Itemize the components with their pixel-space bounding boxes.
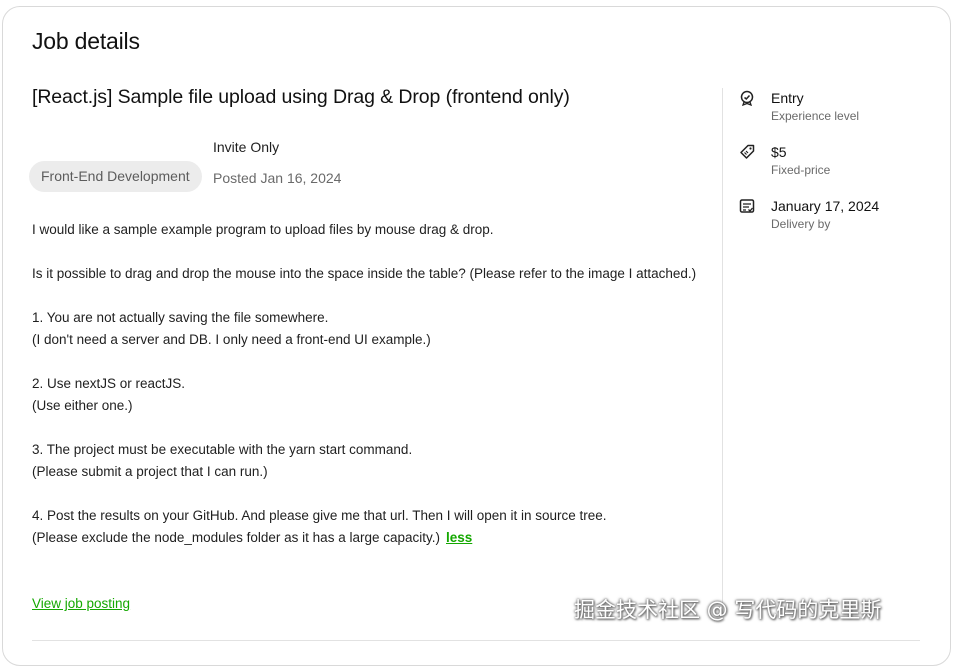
show-less-link[interactable]: less bbox=[446, 530, 472, 545]
delivery-date-value: January 17, 2024 bbox=[771, 198, 880, 214]
watermark-text: 掘金技术社区 @ 写代码的克里斯 bbox=[574, 598, 882, 622]
job-sidebar: Entry Experience level $5 Fixed-price Ja… bbox=[739, 90, 939, 252]
experience-level-value: Entry bbox=[771, 90, 804, 106]
job-main-section: [React.js] Sample file upload using Drag… bbox=[29, 86, 712, 545]
price-type-label: Fixed-price bbox=[771, 163, 831, 177]
category-badge[interactable]: Front-End Development bbox=[29, 161, 202, 192]
description-paragraph: Is it possible to drag and drop the mous… bbox=[32, 266, 697, 281]
sidebar-item-delivery: January 17, 2024 Delivery by bbox=[739, 198, 939, 252]
description-paragraph: 2. Use nextJS or reactJS. (Use either one… bbox=[32, 376, 186, 413]
page-title: Job details bbox=[32, 28, 140, 54]
posted-date: Posted Jan 16, 2024 bbox=[213, 170, 342, 186]
description-paragraph: 1. You are not actually saving the file … bbox=[32, 310, 431, 347]
sidebar-item-experience: Entry Experience level bbox=[739, 90, 939, 144]
job-description: I would like a sample example program to… bbox=[32, 219, 712, 571]
description-paragraph: 4. Post the results on your GitHub. And … bbox=[32, 508, 607, 545]
job-title: [React.js] Sample file upload using Drag… bbox=[32, 86, 570, 108]
price-value: $5 bbox=[771, 144, 787, 160]
sidebar-item-price: $5 Fixed-price bbox=[739, 144, 939, 198]
description-paragraph: 3. The project must be executable with t… bbox=[32, 442, 413, 479]
vertical-divider bbox=[722, 88, 723, 608]
experience-level-icon bbox=[740, 90, 754, 106]
experience-level-label: Experience level bbox=[771, 109, 860, 123]
view-job-posting-link[interactable]: View job posting bbox=[32, 596, 130, 611]
description-paragraph: I would like a sample example program to… bbox=[32, 222, 494, 237]
visibility-label: Invite Only bbox=[213, 139, 280, 155]
horizontal-divider bbox=[32, 640, 920, 641]
delivery-label: Delivery by bbox=[771, 217, 831, 231]
delivery-calendar-icon bbox=[739, 199, 755, 213]
price-tag-icon bbox=[740, 144, 755, 159]
